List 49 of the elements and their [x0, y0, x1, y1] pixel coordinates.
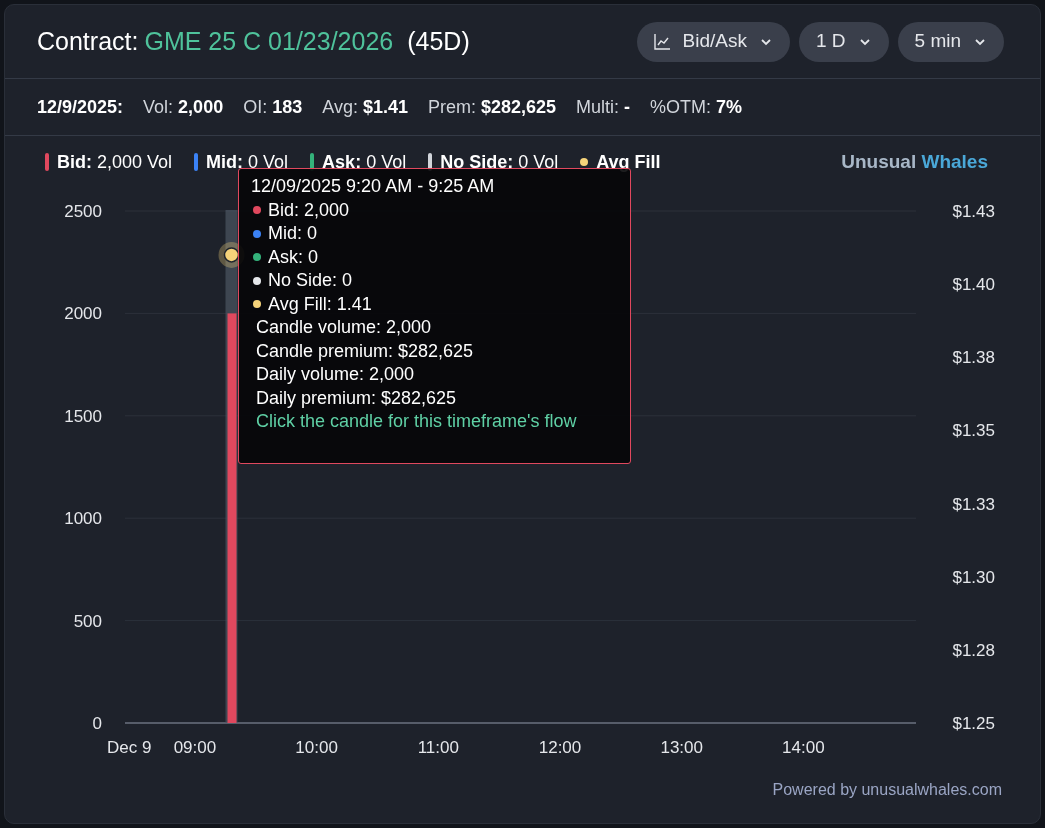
stat-item: Prem: $282,625	[427, 95, 557, 119]
flow-link[interactable]: Click the candle for this timeframe's flow	[256, 411, 577, 431]
axis-label: 13:00	[660, 738, 703, 757]
axis-label: 500	[73, 611, 102, 631]
axis-label: $1.40	[952, 275, 995, 295]
axis-label: $1.30	[952, 567, 995, 587]
axis-label: Dec 9	[107, 738, 152, 757]
contract-label: Contract:	[37, 25, 139, 57]
axis-label: $1.33	[952, 494, 995, 514]
dropdown-button[interactable]: 1 D	[798, 21, 889, 62]
tooltip-line: Bid: 2,000	[268, 198, 350, 222]
axis-label: 09:00	[173, 738, 217, 757]
axis-label: 12:00	[538, 738, 582, 757]
axis-label: 14:00	[782, 738, 825, 757]
tooltip-line: Avg Fill: 1.41	[268, 292, 372, 316]
axis-label: 2000	[64, 304, 102, 324]
tooltip-line: No Side: 0	[268, 269, 353, 292]
axis-label: 0	[92, 714, 102, 733]
axis-label: 11:00	[417, 738, 459, 757]
powered-by-text: Powered by unusualwhales.com	[772, 780, 1002, 800]
axis-label: $1.28	[952, 640, 995, 660]
brand-logo: Unusual Whales	[841, 149, 988, 174]
axis-label: $1.25	[952, 714, 995, 733]
axis-label: 10:00	[295, 738, 338, 757]
tooltip-title: 12/09/2025 9:20 AM - 9:25 AM	[251, 175, 496, 198]
axis-label: $1.38	[952, 348, 995, 368]
stat-item: OI: 183	[243, 95, 303, 119]
tooltip-line: Ask: 0	[268, 245, 319, 269]
days-to-expiry: (45D)	[407, 25, 470, 57]
stat-item: %OTM: 7%	[650, 95, 743, 119]
axis-label: $1.35	[952, 421, 995, 441]
axis-label: 2500	[64, 202, 102, 221]
stat-item: Avg: $1.41	[322, 95, 408, 119]
tooltip-line: Candle premium: $282,625	[256, 340, 474, 361]
stat-item: Vol: 2,000	[143, 95, 224, 119]
stat-item: 12/9/2025:	[37, 95, 124, 119]
dropdown-button[interactable]: 5 min	[897, 21, 1004, 62]
tooltip-line: Daily premium: $282,625	[256, 387, 457, 408]
dropdown-button[interactable]: Bid/Ask	[636, 21, 790, 62]
tooltip-line: Mid: 0	[268, 222, 318, 245]
legend-label[interactable]: Bid: 2,000 Vol	[57, 148, 173, 176]
axis-label: 1000	[64, 509, 102, 529]
axis-label: $1.43	[952, 202, 995, 221]
stat-item: Multi: -	[576, 95, 631, 119]
tooltip-line: Daily volume: 2,000	[256, 364, 415, 384]
axis-label: 1500	[64, 406, 102, 426]
contract-symbol: GME 25 C 01/23/2026	[144, 25, 394, 57]
tooltip-line: Candle volume: 2,000	[256, 317, 432, 337]
line-chart-icon	[653, 33, 671, 50]
